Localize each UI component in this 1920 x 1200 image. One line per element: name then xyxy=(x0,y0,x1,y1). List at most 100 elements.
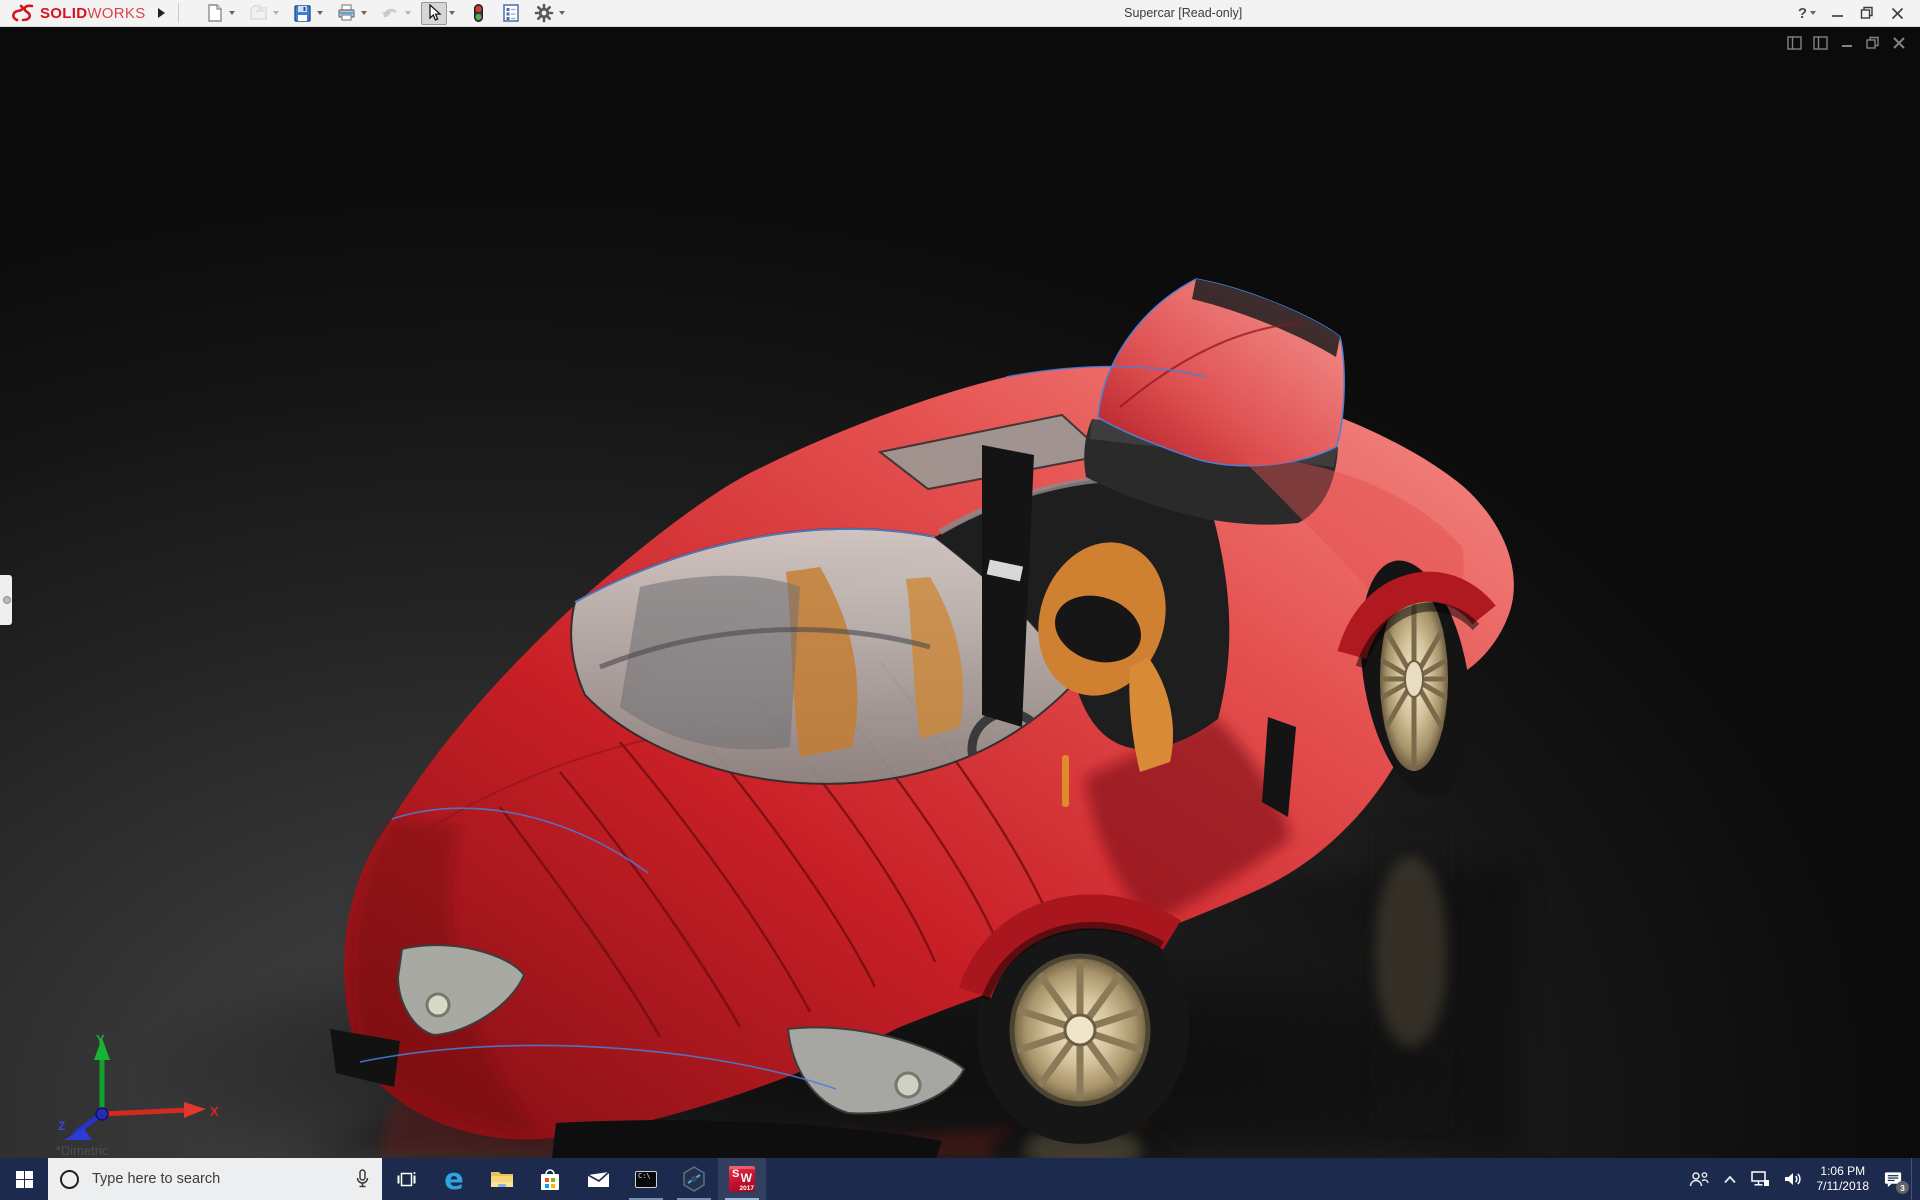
network-button[interactable] xyxy=(1744,1158,1777,1200)
start-button[interactable] xyxy=(0,1158,48,1200)
notification-badge: 3 xyxy=(1896,1181,1909,1194)
print-icon xyxy=(337,4,355,21)
edge-icon: e xyxy=(444,1161,464,1196)
triad-z-label: Z xyxy=(58,1119,65,1133)
taskbar-search[interactable] xyxy=(48,1158,382,1200)
toolbar-separator xyxy=(177,3,179,23)
print-button[interactable] xyxy=(333,2,359,25)
search-input[interactable] xyxy=(90,1170,344,1188)
windows-logo-icon xyxy=(15,1170,33,1188)
titlebar: SOLIDWORKS Supercar [Read-only] ? xyxy=(0,0,1920,27)
new-document-button[interactable] xyxy=(201,2,227,25)
new-dropdown[interactable] xyxy=(227,2,238,25)
triad-x-label: X xyxy=(210,1104,219,1119)
save-button[interactable] xyxy=(289,2,315,25)
volume-button[interactable] xyxy=(1777,1158,1809,1200)
select-tool-button[interactable] xyxy=(420,1,447,25)
file-properties-button[interactable] xyxy=(498,2,524,25)
taskbar-app-edge[interactable]: e xyxy=(430,1158,478,1200)
select-cursor-icon xyxy=(428,4,442,21)
select-dropdown[interactable] xyxy=(447,2,458,25)
undo-dropdown[interactable] xyxy=(403,2,414,25)
network-icon xyxy=(1750,1171,1769,1186)
pane-toggle-left-button[interactable] xyxy=(1787,35,1802,50)
hexagon-app-icon xyxy=(683,1166,705,1192)
supercar-3d-model[interactable] xyxy=(0,27,1920,1158)
tray-overflow-button[interactable] xyxy=(1716,1158,1744,1200)
document-restore-button[interactable] xyxy=(1865,35,1880,50)
restore-button[interactable] xyxy=(1852,0,1882,27)
microsoft-store-icon xyxy=(541,1168,559,1190)
new-document-icon xyxy=(207,4,222,22)
tray-time: 1:06 PM xyxy=(1820,1164,1866,1178)
save-floppy-icon xyxy=(293,5,311,22)
task-view-button[interactable] xyxy=(382,1158,430,1200)
wordmark-works: WORKS xyxy=(87,4,146,22)
close-button[interactable] xyxy=(1882,0,1912,27)
print-dropdown[interactable] xyxy=(359,2,370,25)
document-minimize-button[interactable] xyxy=(1839,35,1854,50)
window-title: Supercar [Read-only] xyxy=(1124,6,1243,20)
quick-access-toolbar xyxy=(201,1,573,25)
undo-icon xyxy=(381,8,397,18)
save-dropdown[interactable] xyxy=(315,2,326,25)
window-controls: ? xyxy=(1794,0,1920,26)
people-button[interactable] xyxy=(1682,1158,1716,1200)
orange-marker xyxy=(1062,755,1069,807)
taskbar-app-mail[interactable] xyxy=(574,1158,622,1200)
file-explorer-icon xyxy=(491,1172,513,1187)
solidworks-wordmark: SOLIDWORKS xyxy=(40,5,146,22)
cortana-icon xyxy=(60,1169,79,1189)
open-dropdown[interactable] xyxy=(271,2,282,25)
taskbar-app-solidworks[interactable]: S W 2017 xyxy=(718,1158,766,1200)
help-dropdown[interactable] xyxy=(1807,2,1818,25)
minimize-icon xyxy=(1831,14,1843,17)
clock[interactable]: 1:06 PM 7/11/2018 xyxy=(1809,1158,1878,1200)
options-button[interactable] xyxy=(531,2,557,25)
speaker-icon xyxy=(1784,1173,1801,1185)
microphone-icon[interactable] xyxy=(355,1169,370,1189)
tray-date: 7/11/2018 xyxy=(1816,1179,1870,1193)
rebuild-button[interactable] xyxy=(465,2,491,25)
pane-left-icon xyxy=(1787,35,1802,50)
chevron-up-icon xyxy=(1723,1175,1736,1183)
mail-icon xyxy=(587,1170,610,1187)
open-folder-icon xyxy=(249,5,267,20)
taskbar-app-file-explorer[interactable] xyxy=(478,1158,526,1200)
options-dropdown[interactable] xyxy=(557,2,568,25)
menu-flyout-arrow[interactable] xyxy=(154,3,170,23)
solidworks-mark-icon xyxy=(12,4,34,22)
document-restore-icon xyxy=(1866,36,1879,49)
pane-right-icon xyxy=(1813,35,1828,50)
document-close-icon xyxy=(1892,36,1905,49)
solidworks-logo: SOLIDWORKS xyxy=(0,0,146,26)
minimize-button[interactable] xyxy=(1822,0,1852,27)
open-button[interactable] xyxy=(245,2,271,25)
document-close-button[interactable] xyxy=(1891,35,1906,50)
command-prompt-icon: C:\ xyxy=(635,1170,657,1188)
close-icon xyxy=(1891,7,1903,19)
taskbar-app-command-prompt[interactable]: C:\ xyxy=(622,1158,670,1200)
rebuild-traffic-light-icon xyxy=(473,4,483,22)
pane-toggle-right-button[interactable] xyxy=(1813,35,1828,50)
help-label: ? xyxy=(1797,4,1807,22)
action-center-button[interactable]: 3 xyxy=(1877,1158,1911,1200)
view-orientation-label: *Dimetric xyxy=(56,1144,109,1158)
system-tray: 1:06 PM 7/11/2018 3 xyxy=(1682,1158,1920,1200)
3d-viewport-canvas[interactable] xyxy=(0,27,1920,1158)
help-button[interactable]: ? xyxy=(1794,2,1822,25)
show-desktop-button[interactable] xyxy=(1911,1158,1916,1200)
solidworks-2017-icon: S W 2017 xyxy=(729,1166,755,1192)
wordmark-solid: SOLID xyxy=(40,4,88,22)
file-properties-icon xyxy=(502,4,519,22)
taskbar-app-store[interactable] xyxy=(526,1158,574,1200)
taskbar-app-hexagon-3d[interactable] xyxy=(670,1158,718,1200)
people-icon xyxy=(1689,1172,1709,1187)
graphics-viewport[interactable]: Y X Z *Dimetric xyxy=(0,27,1920,1158)
document-minimize-icon xyxy=(1841,44,1852,47)
orientation-triad: Y X Z xyxy=(58,1032,219,1140)
document-window-controls xyxy=(1787,35,1906,50)
undo-button[interactable] xyxy=(377,2,403,25)
feature-manager-collapsed-tab[interactable] xyxy=(0,575,12,625)
triad-y-label: Y xyxy=(96,1032,105,1047)
